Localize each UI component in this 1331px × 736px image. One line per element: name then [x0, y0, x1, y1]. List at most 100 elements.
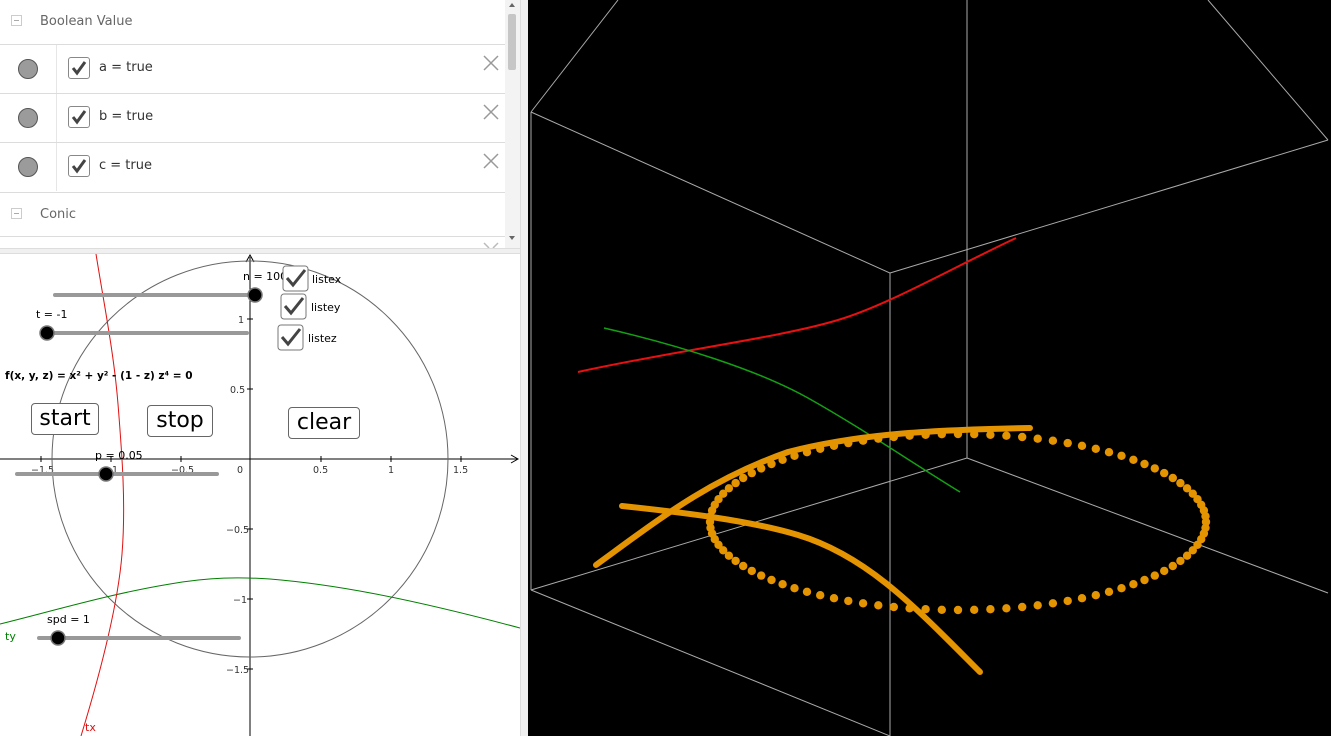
curve-listey[interactable] [603, 327, 961, 493]
group-header-conic[interactable]: Conic [0, 192, 505, 237]
slider-t[interactable]: t = -1 [36, 308, 249, 341]
x-tick-label: 0 [237, 465, 243, 476]
checkbox-b[interactable] [68, 106, 90, 128]
algebra-row-b[interactable]: b = true [0, 93, 505, 142]
list-point [1150, 571, 1159, 580]
list-point [1018, 602, 1027, 612]
list-point [778, 580, 787, 589]
delete-icon[interactable] [481, 151, 501, 171]
list-point [1033, 434, 1042, 443]
graphics-2d-canvas[interactable]: −1.5 −1 −0.5 0 0.5 1 1.5 1 0.5 −0.5 −1 −… [0, 254, 520, 736]
algebra-expression[interactable]: c = true [99, 158, 152, 173]
checkbox-label: listez [308, 332, 337, 345]
start-button[interactable]: start [31, 403, 99, 435]
list-point [937, 605, 946, 614]
checkbox-listex[interactable]: listex [282, 265, 342, 292]
collapse-icon[interactable] [11, 15, 22, 26]
list-point [1117, 451, 1126, 460]
slider-label-t: t = -1 [36, 308, 68, 321]
slider-handle[interactable] [50, 630, 66, 646]
list-point [1140, 575, 1149, 585]
checkbox-label: listey [311, 301, 341, 314]
list-point [1160, 468, 1169, 478]
list-point [739, 561, 748, 571]
list-point [767, 575, 776, 585]
visibility-toggle-icon[interactable] [18, 157, 38, 177]
list-point [953, 605, 963, 615]
list-point [844, 596, 853, 606]
checkmark-icon [71, 110, 87, 125]
list-point [1104, 448, 1114, 457]
list-point [858, 599, 868, 608]
graphics-view-3d[interactable] [528, 0, 1331, 736]
curve-listex[interactable] [577, 237, 1017, 373]
row-separator [56, 45, 57, 93]
algebra-view: Boolean Value a = true b = true c = true… [0, 0, 520, 248]
slider-handle[interactable] [98, 466, 114, 482]
list-point [874, 601, 883, 610]
checkbox-listez[interactable]: listez [277, 324, 337, 351]
delete-icon[interactable] [481, 53, 501, 73]
list-point [1176, 478, 1185, 488]
list-point [1091, 444, 1100, 453]
scroll-down-arrow-icon[interactable] [509, 236, 515, 240]
delete-icon[interactable] [481, 240, 501, 248]
slider-spd[interactable]: spd = 1 [37, 613, 241, 646]
algebra-row-a[interactable]: a = true [0, 44, 505, 93]
list-point [1002, 604, 1011, 613]
checkbox-c[interactable] [68, 155, 90, 177]
list-point [1048, 436, 1058, 445]
list-point [790, 584, 799, 593]
algebra-expression[interactable]: a = true [99, 60, 153, 75]
slider-label-n: n = 100 [243, 270, 287, 283]
slider-handle[interactable] [247, 287, 263, 303]
list-point [1063, 596, 1072, 606]
list-point [739, 473, 748, 483]
list-point [1176, 556, 1185, 566]
list-point [1002, 431, 1011, 440]
slider-n[interactable]: n = 100 [53, 270, 287, 303]
list-point [829, 594, 839, 603]
list-point [1160, 566, 1169, 576]
implicit-equation[interactable]: f(x, y, z) = x² + y² - (1 - z) z⁴ = 0 [5, 370, 193, 382]
y-tick-label: 0.5 [230, 385, 245, 396]
curve-tx[interactable] [80, 254, 125, 736]
list-point [757, 571, 766, 580]
collapse-icon[interactable] [11, 208, 22, 219]
list-point [724, 484, 734, 493]
scrollbar-thumb[interactable] [508, 14, 516, 70]
graphics-3d-canvas[interactable] [528, 0, 1331, 736]
graphics-view-2d[interactable]: −1.5 −1 −0.5 0 0.5 1 1.5 1 0.5 −0.5 −1 −… [0, 254, 520, 736]
algebra-expression[interactable]: b = true [99, 109, 153, 124]
visibility-toggle-icon[interactable] [18, 108, 38, 128]
list-point [1129, 455, 1138, 464]
visibility-toggle-icon[interactable] [18, 59, 38, 79]
list-point [1150, 464, 1159, 473]
x-tick-label: 1 [388, 465, 394, 476]
checkbox-label: listex [312, 273, 342, 286]
stop-button[interactable]: stop [147, 405, 213, 437]
trace-curve-x[interactable] [593, 425, 1033, 568]
list-point [1129, 580, 1138, 589]
algebra-row-c[interactable]: c = true [0, 142, 505, 191]
slider-handle[interactable] [39, 325, 55, 341]
list-point [816, 591, 825, 600]
list-point [802, 587, 812, 596]
list-point [986, 605, 995, 614]
checkbox-a[interactable] [68, 57, 90, 79]
scroll-up-arrow-icon[interactable] [509, 3, 515, 7]
delete-icon[interactable] [481, 102, 501, 122]
checkbox-listey[interactable]: listey [280, 293, 341, 320]
trace-curve-y[interactable] [619, 503, 983, 675]
clear-button[interactable]: clear [288, 407, 360, 439]
algebra-scrollbar[interactable] [505, 0, 520, 248]
list-point [889, 602, 898, 612]
checkmark-icon [71, 159, 87, 174]
list-point [1077, 441, 1087, 450]
view-splitter-vertical[interactable] [520, 0, 528, 736]
list-point [1018, 432, 1027, 442]
x-tick-label: 0.5 [313, 465, 328, 476]
y-tick-label: −1 [233, 595, 247, 606]
group-header-boolean[interactable]: Boolean Value [0, 0, 505, 44]
list-point [1182, 551, 1192, 560]
